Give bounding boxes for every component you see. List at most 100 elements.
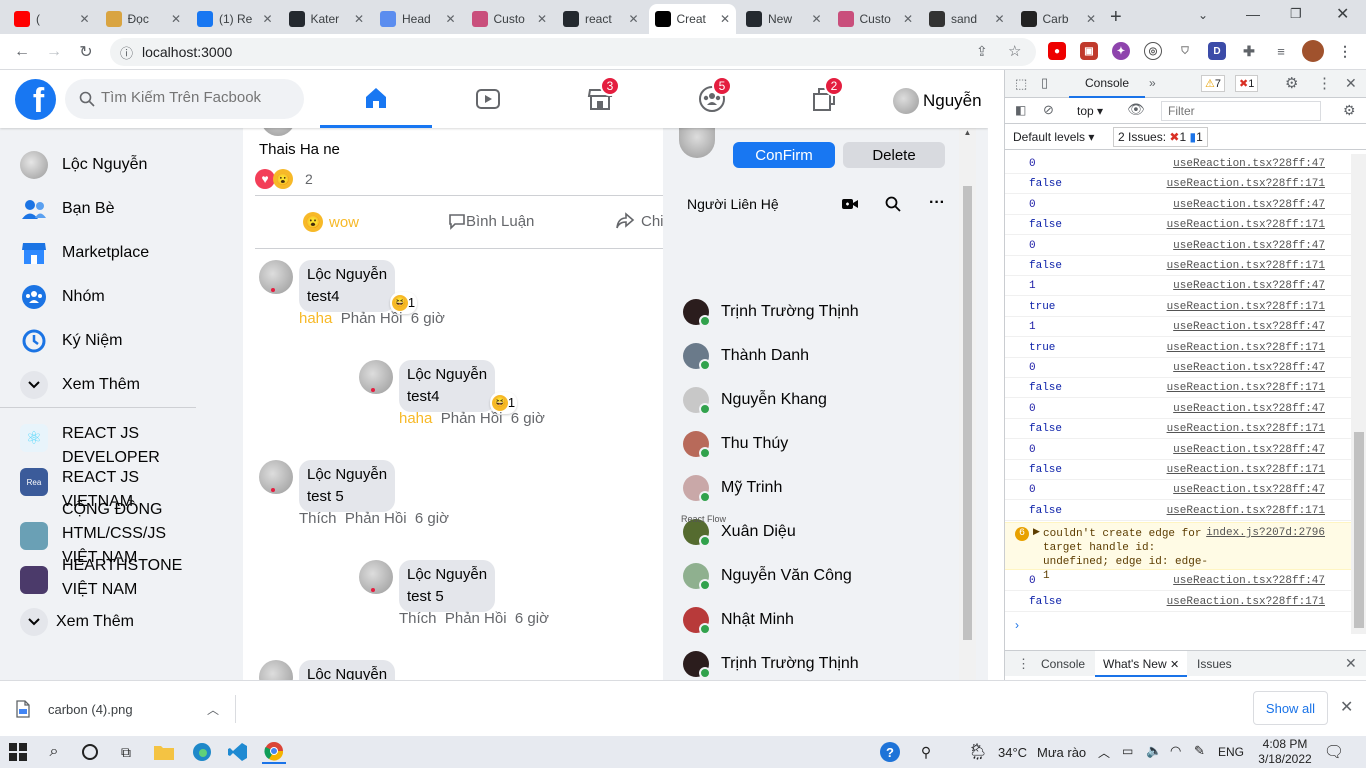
sidebar-item-groups[interactable]: Nhóm: [20, 277, 105, 317]
extension-headset-icon[interactable]: ◎: [1144, 42, 1162, 60]
bookmark-star-icon[interactable]: ☆: [1008, 42, 1021, 60]
sidebar-item-marketplace[interactable]: Marketplace: [20, 233, 149, 273]
close-devtools-icon[interactable]: ✕: [1345, 75, 1357, 92]
browser-tab[interactable]: Đọc ✕: [100, 4, 188, 34]
browser-tab[interactable]: Head ✕: [374, 4, 462, 34]
chrome-menu-icon[interactable]: ⋮: [1336, 42, 1354, 60]
minimize-icon[interactable]: —: [1246, 6, 1260, 22]
share-icon[interactable]: ⇪: [976, 43, 988, 60]
close-tab-icon[interactable]: ✕: [903, 12, 913, 26]
source-link[interactable]: useReaction.tsx?28ff:171: [1167, 464, 1325, 476]
browser-tab[interactable]: sand ✕: [923, 4, 1011, 34]
close-tab-icon[interactable]: ✕: [262, 12, 272, 26]
source-link[interactable]: useReaction.tsx?28ff:47: [1173, 403, 1325, 415]
like-link[interactable]: Thích: [299, 510, 337, 527]
close-window-icon[interactable]: ✕: [1336, 4, 1349, 24]
sidebar-item-memories[interactable]: Ký Niệm: [20, 321, 122, 361]
pen-icon[interactable]: ✎: [1194, 743, 1205, 759]
close-tab-icon[interactable]: ✕: [445, 12, 455, 26]
browser-tab[interactable]: react ✕: [557, 4, 645, 34]
show-all-button[interactable]: Show all: [1253, 691, 1328, 725]
source-link[interactable]: useReaction.tsx?28ff:47: [1173, 158, 1325, 170]
contact-item[interactable]: Nguyễn Khang: [683, 380, 827, 420]
delete-button[interactable]: Delete: [843, 142, 945, 168]
like-link[interactable]: haha: [399, 410, 432, 427]
close-tab-icon[interactable]: ✕: [628, 12, 638, 26]
contact-item[interactable]: Mỹ Trinh: [683, 468, 782, 508]
expand-triangle-icon[interactable]: ▶: [1033, 527, 1040, 537]
source-link[interactable]: useReaction.tsx?28ff:47: [1173, 484, 1325, 496]
scrollbar-thumb[interactable]: [963, 186, 972, 640]
source-link[interactable]: useReaction.tsx?28ff:47: [1173, 240, 1325, 252]
language-indicator[interactable]: ENG: [1218, 745, 1244, 759]
profile-avatar[interactable]: [1302, 40, 1324, 62]
sidebar-group-item[interactable]: HEARTHSTONE VIỆT NAM: [20, 554, 182, 602]
help-icon[interactable]: ?: [878, 740, 902, 764]
close-tab-icon[interactable]: ✕: [811, 12, 821, 26]
contact-item[interactable]: Thu Thúy: [683, 424, 788, 464]
reply-link[interactable]: Phản Hồi: [341, 310, 403, 327]
sidebar-item-profile[interactable]: Lộc Nguyễn: [20, 145, 147, 185]
contact-item[interactable]: Nhật Minh: [683, 600, 794, 640]
close-download-bar-icon[interactable]: ✕: [1340, 697, 1353, 717]
drawer-tab-console[interactable]: Console: [1041, 657, 1085, 671]
console-prompt[interactable]: ›: [1015, 618, 1019, 632]
browser-tab[interactable]: Creat ✕: [648, 4, 736, 34]
console-filter-input[interactable]: [1161, 101, 1321, 121]
facebook-logo[interactable]: f: [15, 79, 56, 120]
confirm-button[interactable]: ConFirm: [733, 142, 835, 168]
source-link[interactable]: useReaction.tsx?28ff:171: [1167, 423, 1325, 435]
source-link[interactable]: useReaction.tsx?28ff:47: [1173, 575, 1325, 587]
scrollbar-thumb[interactable]: [1354, 432, 1364, 628]
close-tab-icon[interactable]: ✕: [171, 12, 181, 26]
source-link[interactable]: useReaction.tsx?28ff:47: [1173, 280, 1325, 292]
levels-dropdown[interactable]: Default levels ▾: [1013, 130, 1094, 144]
console-scrollbar[interactable]: [1351, 154, 1366, 634]
console-warning[interactable]: 6 ▶ couldn't create edge for target handle…: [1005, 522, 1351, 582]
chevron-up-icon[interactable]: ︿: [1098, 744, 1110, 761]
extension-d-icon[interactable]: D: [1208, 42, 1226, 60]
contact-item[interactable]: Trịnh Trường Thịnh: [683, 292, 859, 332]
drawer-menu-icon[interactable]: ⋮: [1017, 656, 1030, 672]
chrome-taskbar-icon[interactable]: [262, 740, 286, 764]
restore-icon[interactable]: ❐: [1290, 6, 1302, 22]
clock[interactable]: 4:08 PM 3/18/2022: [1258, 737, 1312, 767]
edge-icon[interactable]: [190, 740, 214, 764]
tab-search-icon[interactable]: ⌄: [1198, 8, 1208, 22]
comment-author[interactable]: Lộc Nguyễn: [307, 464, 387, 486]
reply-link[interactable]: Phản Hồi: [445, 610, 507, 627]
profile-chip[interactable]: Nguyễn: [893, 88, 982, 114]
comment-author[interactable]: Lộc Nguyễn: [407, 564, 487, 586]
source-link[interactable]: useReaction.tsx?28ff:171: [1167, 505, 1325, 517]
weather-text[interactable]: Mưa rào: [1037, 745, 1086, 760]
reply-link[interactable]: Phản Hồi: [345, 510, 407, 527]
extension-red-icon[interactable]: ●: [1048, 42, 1066, 60]
download-item[interactable]: carbon (4).png ︿: [16, 695, 236, 723]
close-tab-icon[interactable]: ✕: [1170, 659, 1179, 671]
sidebar-see-more[interactable]: Xem Thêm: [20, 365, 140, 405]
tab-console[interactable]: Console: [1069, 70, 1145, 98]
source-link[interactable]: useReaction.tsx?28ff:171: [1167, 382, 1325, 394]
back-icon[interactable]: ←: [10, 40, 34, 64]
reading-list-icon[interactable]: ≡: [1272, 42, 1290, 60]
browser-tab[interactable]: Kater ✕: [283, 4, 371, 34]
more-tabs-icon[interactable]: »: [1149, 76, 1156, 90]
like-link[interactable]: haha: [299, 310, 332, 327]
comment-author[interactable]: Lộc Nguyễn: [307, 664, 387, 680]
share-button[interactable]: Chi: [615, 212, 663, 230]
windows-start-icon[interactable]: [6, 740, 30, 764]
post-reactions[interactable]: ♥ 😮 2: [255, 169, 313, 189]
browser-tab[interactable]: Custo ✕: [832, 4, 920, 34]
browser-tab[interactable]: (1) Re ✕: [191, 4, 279, 34]
drawer-tab-whats-new[interactable]: What's New ✕: [1095, 651, 1188, 677]
scroll-up-icon[interactable]: ▲: [962, 128, 973, 140]
browser-tab[interactable]: New ✕: [740, 4, 828, 34]
close-drawer-icon[interactable]: ✕: [1345, 655, 1357, 672]
sidebar-item-friends[interactable]: Bạn Bè: [20, 189, 114, 229]
fb-search-box[interactable]: [65, 79, 304, 119]
close-tab-icon[interactable]: ✕: [994, 12, 1004, 26]
temperature[interactable]: 34°C: [998, 745, 1027, 760]
source-link[interactable]: useReaction.tsx?28ff:171: [1167, 342, 1325, 354]
extensions-puzzle-icon[interactable]: ✚: [1240, 42, 1258, 60]
issues-button[interactable]: 2 Issues: ✖1 ▮1: [1113, 127, 1208, 147]
